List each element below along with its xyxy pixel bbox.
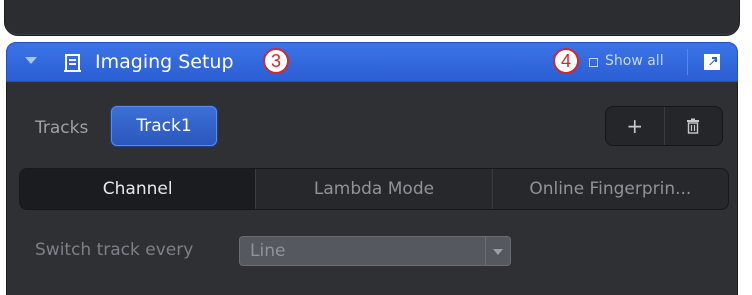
switch-track-select[interactable]: Line [239, 236, 511, 266]
annotation-badge-3: 3 [263, 48, 289, 74]
track-actions: + [605, 106, 723, 146]
show-all-label[interactable]: Show all [605, 53, 664, 69]
tracks-label: Tracks [35, 118, 89, 138]
show-all-checkbox[interactable] [589, 58, 598, 67]
mode-tabs: Channel Lambda Mode Online Fingerprin... [19, 168, 729, 210]
previous-panel [4, 0, 740, 36]
header-separator [687, 49, 688, 75]
switch-track-label: Switch track every [35, 240, 194, 260]
panel-title: Imaging Setup [95, 51, 234, 73]
add-track-button[interactable]: + [606, 107, 664, 145]
app-frame: Imaging Setup Show all 3 4 Tracks Track1… [0, 0, 752, 295]
annotation-badge-4: 4 [553, 48, 579, 74]
tab-lambda-mode[interactable]: Lambda Mode [255, 169, 491, 209]
imaging-setup-header[interactable]: Imaging Setup Show all [6, 42, 738, 82]
imaging-setup-panel: Tracks Track1 + Channel Lambda Mode Onli… [6, 82, 738, 295]
trash-icon [687, 118, 700, 134]
collapse-triangle-icon[interactable] [25, 57, 37, 64]
tab-channel[interactable]: Channel [20, 169, 256, 209]
delete-track-button[interactable] [663, 107, 723, 145]
chevron-down-icon[interactable] [485, 237, 510, 265]
switch-track-value: Line [250, 241, 286, 261]
track-button[interactable]: Track1 [111, 106, 217, 146]
tab-online-fingerprinting[interactable]: Online Fingerprin... [491, 169, 728, 209]
popout-icon[interactable] [701, 51, 723, 73]
document-icon [64, 54, 81, 72]
